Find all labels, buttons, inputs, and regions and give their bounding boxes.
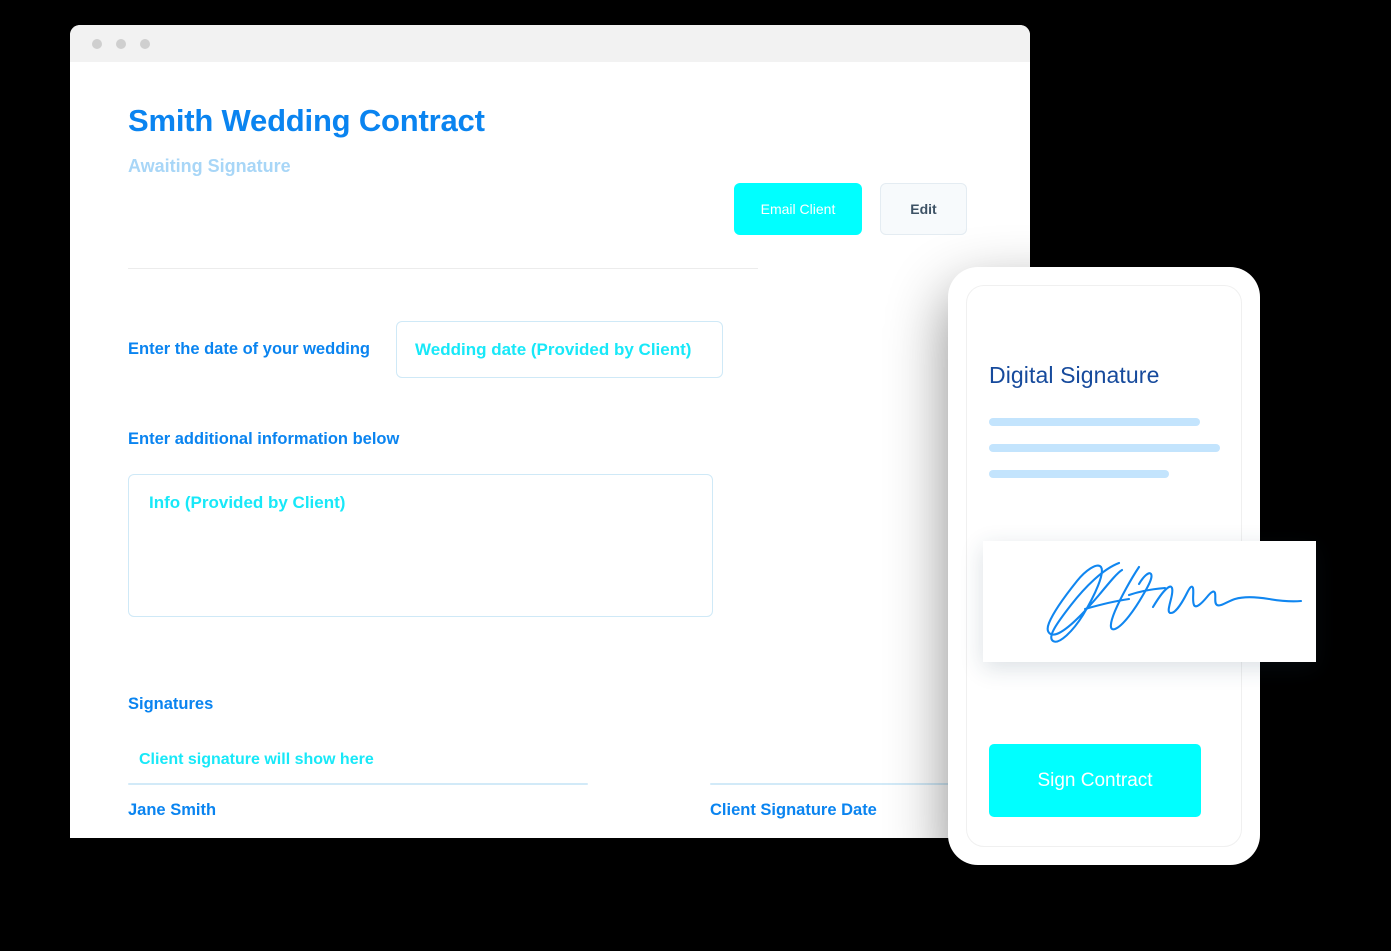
handwritten-signature-icon bbox=[1046, 561, 1303, 643]
phone-screen: Digital Signature Sign Contract bbox=[966, 285, 1316, 847]
wedding-date-field-row: Enter the date of your wedding Wedding d… bbox=[128, 321, 972, 378]
header-actions: Email Client Edit bbox=[734, 104, 972, 235]
skeleton-line-2 bbox=[989, 444, 1220, 452]
wedding-date-input[interactable]: Wedding date (Provided by Client) bbox=[396, 321, 724, 378]
additional-info-textarea[interactable]: Info (Provided by Client) bbox=[128, 474, 713, 617]
wedding-date-label: Enter the date of your wedding bbox=[128, 340, 371, 358]
maximize-dot-icon[interactable] bbox=[140, 38, 150, 49]
browser-window: Smith Wedding Contract Awaiting Signatur… bbox=[70, 25, 1030, 838]
signatures-heading: Signatures bbox=[128, 695, 214, 713]
mockup-stage: Smith Wedding Contract Awaiting Signatur… bbox=[0, 0, 1391, 951]
client-signature-line bbox=[128, 783, 588, 785]
sign-contract-button[interactable]: Sign Contract bbox=[989, 744, 1201, 817]
close-dot-icon[interactable] bbox=[92, 38, 102, 49]
edit-button[interactable]: Edit bbox=[880, 183, 967, 235]
title-block: Smith Wedding Contract Awaiting Signatur… bbox=[128, 103, 485, 177]
page-title: Smith Wedding Contract bbox=[128, 103, 485, 138]
phone-mockup: Digital Signature Sign Contract bbox=[948, 267, 1316, 865]
phone-page-title: Digital Signature bbox=[989, 362, 1160, 388]
minimize-dot-icon[interactable] bbox=[116, 38, 126, 49]
status-badge: Awaiting Signature bbox=[128, 156, 291, 177]
skeleton-line-3 bbox=[989, 470, 1169, 478]
signature-area: Client signature will show here Jane Smi… bbox=[128, 751, 1030, 838]
client-signature-placeholder: Client signature will show here bbox=[139, 751, 374, 768]
additional-info-label: Enter additional information below bbox=[128, 430, 400, 448]
document-header: Smith Wedding Contract Awaiting Signatur… bbox=[128, 103, 972, 235]
header-divider bbox=[128, 268, 758, 269]
skeleton-line-1 bbox=[989, 418, 1200, 426]
client-signature-slot: Client signature will show here Jane Smi… bbox=[128, 751, 588, 820]
client-signature-name: Jane Smith bbox=[128, 801, 217, 819]
email-client-button[interactable]: Email Client bbox=[734, 183, 862, 235]
signature-capture-card[interactable] bbox=[983, 541, 1316, 662]
document-body: Smith Wedding Contract Awaiting Signatur… bbox=[70, 62, 1030, 838]
browser-titlebar bbox=[70, 25, 1030, 62]
